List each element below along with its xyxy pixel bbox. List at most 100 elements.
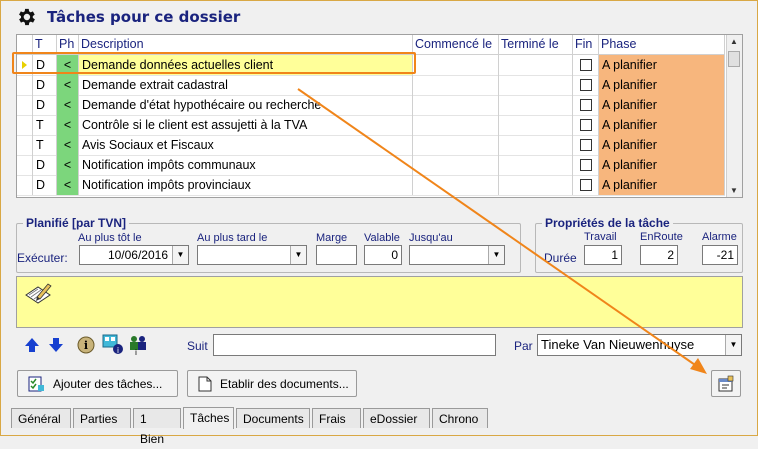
header-commence[interactable]: Commencé le	[413, 35, 499, 54]
cell-phase[interactable]: A planifier	[599, 75, 725, 95]
chevron-down-icon[interactable]: ▼	[290, 246, 306, 264]
cell-commence[interactable]	[413, 75, 499, 95]
scroll-up-icon[interactable]: ▲	[730, 37, 738, 46]
tab-0[interactable]: Général	[11, 408, 71, 428]
cell-fin[interactable]	[573, 155, 599, 175]
header-fin[interactable]: Fin	[573, 35, 599, 54]
cell-ph[interactable]: <	[57, 95, 79, 115]
table-row[interactable]: T < Contrôle si le client est assujetti à …	[17, 115, 725, 136]
fin-checkbox[interactable]	[579, 179, 592, 191]
header-termine[interactable]: Terminé le	[499, 35, 573, 54]
cell-commence[interactable]	[413, 155, 499, 175]
ajouter-taches-button[interactable]: Ajouter des tâches...	[17, 370, 178, 397]
tab-4[interactable]: Documents	[236, 408, 310, 428]
cell-description[interactable]: Notification impôts provinciaux	[79, 175, 413, 195]
cell-termine[interactable]	[499, 55, 573, 75]
tab-5[interactable]: Frais	[312, 408, 361, 428]
chevron-down-icon[interactable]: ▼	[725, 335, 741, 355]
move-down-button[interactable]	[47, 336, 65, 354]
table-row[interactable]: D < Demande données actuelles client A plan…	[17, 55, 725, 76]
cell-fin[interactable]	[573, 135, 599, 155]
fin-checkbox[interactable]	[579, 159, 592, 171]
enroute-field[interactable]: 2	[640, 245, 678, 265]
cell-commence[interactable]	[413, 95, 499, 115]
cell-ph[interactable]: <	[57, 155, 79, 175]
info-button[interactable]: i	[77, 336, 95, 354]
task-info-button[interactable]: i	[102, 334, 124, 356]
table-row[interactable]: T < Avis Sociaux et Fiscaux A planifier	[17, 135, 725, 156]
cell-termine[interactable]	[499, 95, 573, 115]
table-row[interactable]: D < Notification impôts provinciaux A plani…	[17, 175, 725, 196]
etablir-documents-button[interactable]: Etablir des documents...	[187, 370, 357, 397]
cell-commence[interactable]	[413, 175, 499, 195]
notes-area[interactable]	[16, 276, 743, 328]
cell-commence[interactable]	[413, 135, 499, 155]
fin-checkbox[interactable]	[579, 99, 592, 111]
cell-fin[interactable]	[573, 115, 599, 135]
cell-fin[interactable]	[573, 55, 599, 75]
cell-t[interactable]: T	[33, 115, 57, 135]
header-t[interactable]: T	[33, 35, 57, 54]
cell-commence[interactable]	[413, 115, 499, 135]
au-plus-tot-date[interactable]: 10/06/2016 ▼	[79, 245, 189, 265]
cell-phase[interactable]: A planifier	[599, 155, 725, 175]
cell-phase[interactable]: A planifier	[599, 95, 725, 115]
cell-ph[interactable]: <	[57, 75, 79, 95]
properties-button[interactable]	[711, 370, 741, 397]
cell-phase[interactable]: A planifier	[599, 115, 725, 135]
cell-description[interactable]: Demande extrait cadastral	[79, 75, 413, 95]
cell-t[interactable]: D	[33, 75, 57, 95]
cell-termine[interactable]	[499, 135, 573, 155]
cell-termine[interactable]	[499, 115, 573, 135]
table-row[interactable]: D < Demande d'état hypothécaire ou recherc…	[17, 95, 725, 116]
tab-2[interactable]: 1 Bien	[133, 408, 181, 446]
cell-fin[interactable]	[573, 75, 599, 95]
fin-checkbox[interactable]	[579, 59, 592, 71]
table-row[interactable]: D < Demande extrait cadastral A planifier	[17, 75, 725, 96]
chevron-down-icon[interactable]: ▼	[488, 246, 504, 264]
suit-field[interactable]	[213, 334, 496, 356]
cell-phase[interactable]: A planifier	[599, 175, 725, 195]
header-ph[interactable]: Ph	[57, 35, 79, 54]
cell-ph[interactable]: <	[57, 135, 79, 155]
cell-t[interactable]: D	[33, 55, 57, 75]
chevron-down-icon[interactable]: ▼	[172, 246, 188, 264]
cell-commence[interactable]	[413, 55, 499, 75]
cell-fin[interactable]	[573, 95, 599, 115]
tab-6[interactable]: eDossier	[363, 408, 430, 428]
cell-description[interactable]: Notification impôts communaux	[79, 155, 413, 175]
fin-checkbox[interactable]	[579, 139, 592, 151]
header-description[interactable]: Description	[79, 35, 413, 54]
cell-phase[interactable]: A planifier	[599, 135, 725, 155]
table-scrollbar[interactable]: ▲ ▼	[726, 35, 742, 197]
cell-description[interactable]: Demande d'état hypothécaire ou recherche	[79, 95, 413, 115]
tab-7[interactable]: Chrono	[432, 408, 488, 428]
jusquau-date[interactable]: ▼	[409, 245, 505, 265]
alarme-field[interactable]: -21	[702, 245, 738, 265]
cell-termine[interactable]	[499, 75, 573, 95]
cell-t[interactable]: T	[33, 135, 57, 155]
scroll-thumb[interactable]	[728, 51, 740, 67]
task-table[interactable]: T Ph Description Commencé le Terminé le …	[16, 34, 743, 198]
fin-checkbox[interactable]	[579, 119, 592, 131]
cell-ph[interactable]: <	[57, 175, 79, 195]
cell-t[interactable]: D	[33, 175, 57, 195]
au-plus-tard-date[interactable]: ▼	[197, 245, 307, 265]
cell-description[interactable]: Avis Sociaux et Fiscaux	[79, 135, 413, 155]
users-info-button[interactable]: i	[127, 334, 149, 357]
cell-description[interactable]: Contrôle si le client est assujetti à la…	[79, 115, 413, 135]
par-select[interactable]: Tineke Van Nieuwenhuyse ▼	[537, 334, 742, 356]
cell-t[interactable]: D	[33, 155, 57, 175]
header-phase[interactable]: Phase	[599, 35, 725, 54]
cell-fin[interactable]	[573, 175, 599, 195]
cell-description[interactable]: Demande données actuelles client	[79, 55, 413, 75]
scroll-down-icon[interactable]: ▼	[730, 186, 738, 195]
valable-field[interactable]: 0	[364, 245, 402, 265]
cell-ph[interactable]: <	[57, 55, 79, 75]
tab-1[interactable]: Parties	[73, 408, 131, 428]
cell-termine[interactable]	[499, 175, 573, 195]
table-row[interactable]: D < Notification impôts communaux A planifi…	[17, 155, 725, 176]
cell-t[interactable]: D	[33, 95, 57, 115]
fin-checkbox[interactable]	[579, 79, 592, 91]
cell-phase[interactable]: A planifier	[599, 55, 725, 75]
